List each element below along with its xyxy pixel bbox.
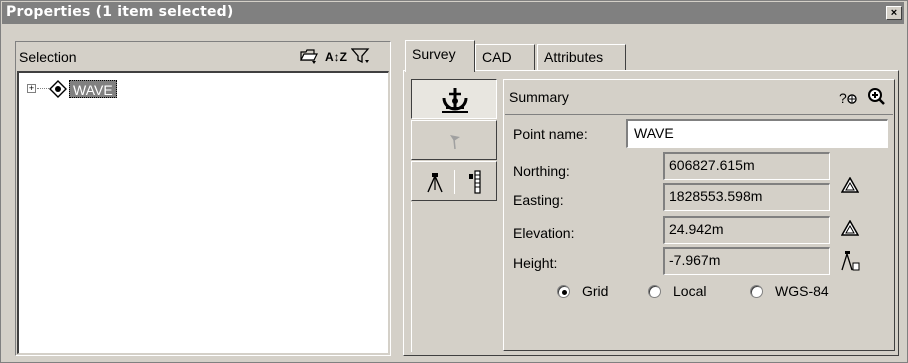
rod-icon[interactable] xyxy=(467,170,487,197)
radio-local-button[interactable] xyxy=(648,285,661,298)
elevation-warning-icon[interactable] xyxy=(840,219,860,239)
sort-az-icon[interactable]: A↕Z xyxy=(325,47,347,67)
tab-cad-label: CAD xyxy=(482,49,512,65)
zoom-to-point-icon[interactable] xyxy=(867,87,885,105)
northing-label: Northing: xyxy=(513,163,570,179)
easting-label: Easting: xyxy=(513,192,564,208)
easting-value: 1828553.598m xyxy=(663,183,830,211)
point-name-label: Point name: xyxy=(513,126,588,142)
tab-attributes-label: Attributes xyxy=(544,49,604,65)
selection-label: Selection xyxy=(19,49,77,65)
elevation-value: 24.942m xyxy=(663,216,830,244)
selection-tree[interactable]: + WAVE xyxy=(17,71,389,354)
northing-value: 606827.615m xyxy=(663,152,830,180)
radio-local-label: Local xyxy=(673,283,707,299)
tab-survey[interactable]: Survey xyxy=(405,40,475,72)
tab-attributes[interactable]: Attributes xyxy=(537,44,626,70)
height-value: -7.967m xyxy=(663,247,830,275)
tab-survey-label: Survey xyxy=(412,46,456,62)
close-icon: × xyxy=(890,7,898,19)
radio-grid-label: Grid xyxy=(582,283,609,299)
tree-connector xyxy=(37,88,49,89)
filter-icon[interactable] xyxy=(350,47,371,67)
radio-grid-dot xyxy=(562,290,567,295)
radio-grid-button[interactable] xyxy=(557,285,570,298)
button-column-spacer xyxy=(411,202,497,352)
tree-expand-toggle[interactable]: + xyxy=(27,84,36,93)
tree-item-wave[interactable]: WAVE xyxy=(69,80,117,98)
survey-view-button[interactable] xyxy=(411,79,497,119)
instrument-separator xyxy=(454,170,455,194)
antenna-height-icon[interactable] xyxy=(840,250,860,275)
window-title: Properties (1 item selected) xyxy=(6,4,234,20)
selection-header: Selection A↕Z xyxy=(17,43,389,71)
summary-header: Summary ? xyxy=(505,81,893,115)
radio-wgs84-button[interactable] xyxy=(750,285,763,298)
help-question-glyph: ? xyxy=(839,90,847,106)
flag-button[interactable] xyxy=(411,120,497,160)
survey-point-icon xyxy=(49,80,67,98)
height-label: Height: xyxy=(513,255,558,271)
compute-warning-icon[interactable] xyxy=(840,176,860,196)
select-folder-icon[interactable] xyxy=(299,47,319,67)
close-button[interactable]: × xyxy=(886,6,902,20)
help-icon[interactable]: ? xyxy=(839,90,857,106)
instrument-icon xyxy=(424,172,446,197)
summary-title: Summary xyxy=(509,89,569,105)
elevation-label: Elevation: xyxy=(513,225,575,241)
flag-icon xyxy=(447,133,463,154)
sextant-icon xyxy=(440,86,470,117)
title-bar[interactable]: Properties (1 item selected) × xyxy=(2,2,904,24)
instrument-button[interactable] xyxy=(411,161,497,201)
tab-cad[interactable]: CAD xyxy=(475,44,535,70)
radio-wgs84-label: WGS-84 xyxy=(775,283,829,299)
point-name-field[interactable]: WAVE xyxy=(626,119,888,148)
